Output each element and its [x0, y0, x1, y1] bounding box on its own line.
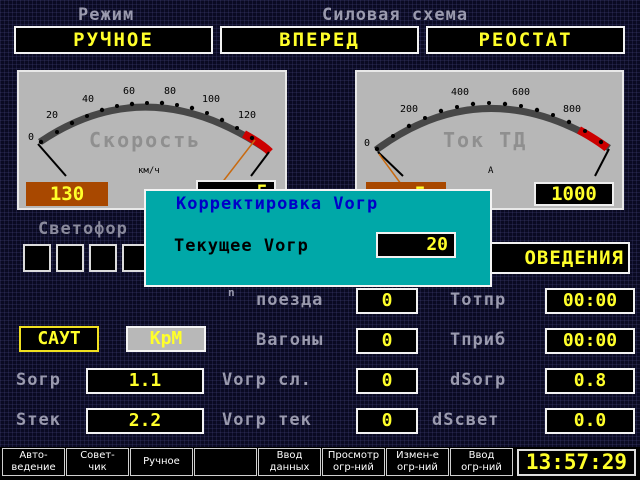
dsvet-label: dSсвет — [432, 410, 500, 430]
speed-gauge-unit: км/ч — [138, 166, 160, 176]
signal-lamp — [56, 244, 84, 272]
direction-value[interactable]: ВПЕРЕД — [220, 26, 419, 54]
current-tick-label: 200 — [400, 104, 419, 115]
vogr-correction-dialog: Корректировка Vогр Текущее Vогр 20 — [144, 189, 492, 287]
power-scheme-label: Силовая схема — [322, 5, 469, 25]
speed-reading: 130 — [26, 182, 108, 206]
train-number-value: 0 — [356, 288, 418, 314]
sogr-label: Sогр — [16, 370, 61, 390]
vogr-input[interactable]: 20 — [376, 232, 456, 258]
vogr-next-label: Vогр сл. — [222, 370, 312, 390]
wagons-value: 0 — [356, 328, 418, 354]
arrival-time-value: 00:00 — [545, 328, 635, 354]
enter-limits-key[interactable]: Ввод огр-ний — [450, 448, 513, 476]
sogr-value: 1.1 — [86, 368, 204, 394]
signal-lamp — [23, 244, 51, 272]
dsogr-label: dSогр — [450, 370, 507, 390]
speed-tick-label: 80 — [164, 86, 177, 97]
current-tick-label: 0 — [364, 138, 371, 149]
vogr-next-value: 0 — [356, 368, 418, 394]
stek-value: 2.2 — [86, 408, 204, 434]
arrival-time-label: Тприб — [450, 330, 507, 350]
current-tick-label: 400 — [451, 87, 470, 98]
speed-gauge-title: Скорость — [89, 128, 202, 152]
driving-mode-panel[interactable]: ОВЕДЕНИЯ — [490, 242, 630, 274]
dialog-title: Корректировка Vогр — [176, 194, 379, 214]
signals-label: Светофор — [38, 219, 128, 239]
mode-label: Режим — [78, 5, 135, 25]
current-gauge-title: Ток ТД — [443, 128, 528, 152]
speed-tick-label: 100 — [202, 94, 221, 105]
dsvet-value: 0.0 — [545, 408, 635, 434]
krm-button[interactable]: КрМ — [126, 326, 206, 352]
auto-drive-key[interactable]: Авто- ведение — [2, 448, 65, 476]
speed-tick-label: 0 — [28, 132, 35, 143]
current-limit-reading: 1000 — [534, 182, 614, 206]
advisor-key[interactable]: Совет- чик — [66, 448, 129, 476]
dsogr-value: 0.8 — [545, 368, 635, 394]
data-entry-key[interactable]: Ввод данных — [258, 448, 321, 476]
manual-key[interactable]: Ручное — [130, 448, 193, 476]
departure-time-label: Тотпр — [450, 290, 507, 310]
current-gauge-unit: А — [488, 166, 494, 176]
current-tick-label: 800 — [563, 104, 582, 115]
view-limits-key[interactable]: Просмотр огр-ний — [322, 448, 385, 476]
speed-tick-label: 120 — [238, 110, 257, 121]
departure-time-value: 00:00 — [545, 288, 635, 314]
edit-limits-key[interactable]: Измен-е огр-ний — [386, 448, 449, 476]
train-number-prefix: n — [228, 286, 235, 299]
signal-lamp — [89, 244, 117, 272]
vogr-current-label: Vогр тек — [222, 410, 312, 430]
mode-value[interactable]: РУЧНОЕ — [14, 26, 213, 54]
dialog-field-label: Текущее Vогр — [174, 236, 309, 256]
train-number-label: поезда — [256, 290, 324, 310]
saut-button[interactable]: САУТ — [19, 326, 99, 352]
speed-tick-label: 60 — [123, 86, 136, 97]
empty-key[interactable] — [194, 448, 257, 476]
vogr-current-value: 0 — [356, 408, 418, 434]
clock: 13:57:29 — [517, 449, 636, 476]
wagons-label: Вагоны — [256, 330, 324, 350]
stek-label: Sтек — [16, 410, 61, 430]
speed-tick-label: 40 — [82, 94, 95, 105]
current-tick-label: 600 — [512, 87, 531, 98]
circuit-value[interactable]: РЕОСТАТ — [426, 26, 625, 54]
speed-tick-label: 20 — [46, 110, 59, 121]
